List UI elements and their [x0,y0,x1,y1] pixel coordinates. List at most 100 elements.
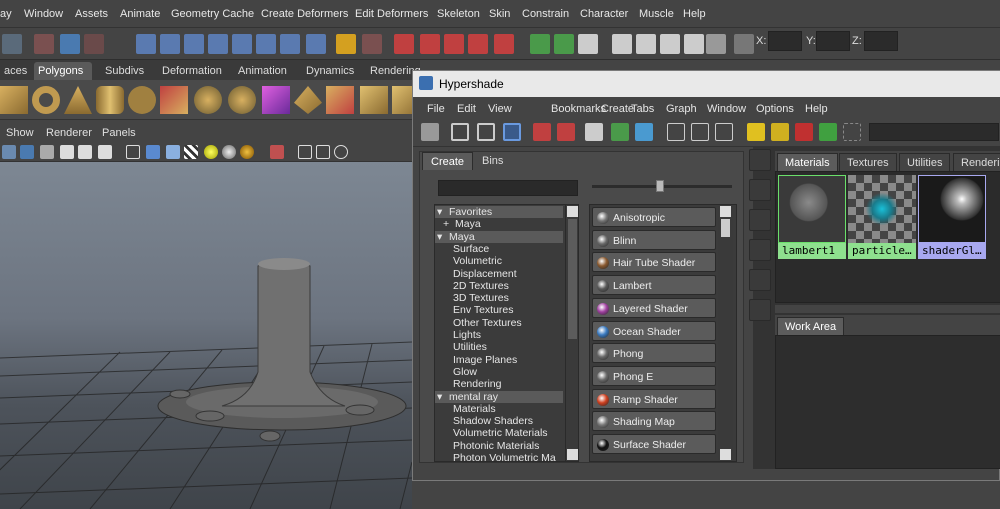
input-output-icon[interactable] [530,34,550,54]
panel-menu-show[interactable]: Show [6,127,34,139]
tree-item[interactable]: Shadow Shaders [435,415,533,427]
swatch-toggle-icon[interactable] [747,123,765,141]
menu-character[interactable]: Character [580,8,628,20]
hs-menu-window[interactable]: Window [707,103,746,115]
side-tool-4-icon[interactable] [749,239,771,261]
hs-menu-view[interactable]: View [488,103,512,115]
show-top-bottom-tabs-icon[interactable] [503,123,521,141]
ipr-render-icon[interactable] [420,34,440,54]
bridge-icon[interactable] [360,86,388,114]
shelf-tab-animation[interactable]: Animation [234,62,294,80]
poly-cylinder-icon[interactable] [96,86,124,114]
clear-graph-icon[interactable] [585,123,603,141]
node-filter-input[interactable] [438,180,578,196]
camera-attributes-icon[interactable] [334,145,348,159]
tab-utilities[interactable]: Utilities [899,153,951,171]
lighting-icon[interactable] [98,145,112,159]
tree-expand-icon[interactable]: ▾ [435,231,449,243]
menu-animate[interactable]: Animate [120,8,160,20]
default-light-icon[interactable] [204,145,218,159]
poly-pipe-icon[interactable] [128,86,156,114]
graph-up-downstream-icon[interactable] [533,123,551,141]
tree-item[interactable]: Displacement [435,268,517,280]
transform-numeric-icon[interactable] [734,34,754,54]
tree-item[interactable]: Materials [435,403,496,415]
shelf-tab-aces[interactable]: aces [0,62,27,80]
frame-all-icon[interactable] [298,145,312,159]
shader-button-shading-map[interactable]: Shading Map [592,411,716,432]
render-settings-icon[interactable] [444,34,464,54]
outliner-icon[interactable] [706,34,726,54]
shader-button-lambert[interactable]: Lambert [592,275,716,296]
x-field[interactable] [768,31,802,51]
attribute-editor-icon[interactable] [578,34,598,54]
snap-view-icon[interactable] [280,34,300,54]
tree-category-header[interactable]: ▾ Maya [435,230,563,243]
grid-snap-icon[interactable] [843,123,861,141]
render-current-icon[interactable] [394,34,414,54]
output-connections-icon[interactable] [715,123,733,141]
hs-menu-graph[interactable]: Graph [666,103,697,115]
sort-by-type-icon[interactable] [771,123,789,141]
shelf-tab-subdivs[interactable]: Subdivs [101,62,151,80]
show-bottom-tabs-icon[interactable] [477,123,495,141]
tree-item[interactable]: Lights [435,329,481,341]
frame-selected-icon[interactable] [316,145,330,159]
tab-textures[interactable]: Textures [839,153,897,171]
shader-button-surface-shader[interactable]: Surface Shader [592,434,716,454]
graph-materials-icon[interactable] [635,123,653,141]
cube-shaded-icon[interactable] [146,145,160,159]
hs-menu-file[interactable]: File [427,103,445,115]
ipr-node-icon[interactable] [819,123,837,141]
snap-live-icon[interactable] [232,34,252,54]
rearrange-graph-icon[interactable] [611,123,629,141]
render-view-icon[interactable] [612,34,632,54]
hypershade-icon[interactable] [468,34,488,54]
tree-scroll-thumb[interactable] [568,219,577,339]
tab-materials[interactable]: Materials [777,153,838,171]
shader-button-phong[interactable]: Phong [592,343,716,364]
hypershade-search-field[interactable] [869,123,999,141]
construction-history-icon[interactable] [554,34,574,54]
all-lights-icon[interactable] [222,145,236,159]
side-tool-1-icon[interactable] [749,149,771,171]
snap-grid-icon[interactable] [136,34,156,54]
input-output-connections-icon[interactable] [691,123,709,141]
menu-ay[interactable]: ay [0,8,12,20]
panel-menu-renderer[interactable]: Renderer [46,127,92,139]
select-by-hierarchy-icon[interactable] [2,34,22,54]
input-connections-icon[interactable] [667,123,685,141]
show-top-tabs-icon[interactable] [451,123,469,141]
icon-size-slider-handle[interactable] [656,180,664,192]
shelf-tab-dynamics[interactable]: Dynamics [302,62,358,80]
menu-skeleton[interactable]: Skeleton [437,8,480,20]
tab-work-area[interactable]: Work Area [777,317,845,335]
shadows-icon[interactable] [240,145,254,159]
hs-menu-help[interactable]: Help [805,103,828,115]
menu-window[interactable]: Window [24,8,63,20]
shader-scroll-thumb[interactable] [721,219,730,237]
poly-torus-icon[interactable] [32,86,60,114]
shader-button-phong-e[interactable]: Phong E [592,365,716,386]
tab-rendering[interactable]: Renderi [953,153,1000,171]
cube-textured-icon[interactable] [166,145,180,159]
swatch-lambert1[interactable]: lambert1 [778,175,846,259]
xray-icon[interactable] [60,145,74,159]
combine-icon[interactable] [160,86,188,114]
snap-plane-icon[interactable] [208,34,228,54]
menu-muscle[interactable]: Muscle [639,8,674,20]
toggle-create-bar-icon[interactable] [421,123,439,141]
side-tool-6-icon[interactable] [749,299,771,321]
shelf-tab-deformation[interactable]: Deformation [158,62,226,80]
snap-magnet-icon[interactable] [256,34,276,54]
perspective-viewport[interactable] [0,162,412,509]
tree-item[interactable]: Photonic Materials [435,440,539,452]
side-tool-5-icon[interactable] [749,269,771,291]
extrude-edge-icon[interactable] [326,86,354,114]
checker-icon[interactable] [184,145,198,159]
tree-item[interactable]: Photon Volumetric Ma [435,452,556,461]
graph-inputs-icon[interactable] [557,123,575,141]
shader-button-blinn[interactable]: Blinn [592,229,716,250]
tree-item[interactable]: Rendering [435,378,501,390]
texture-icon[interactable] [78,145,92,159]
